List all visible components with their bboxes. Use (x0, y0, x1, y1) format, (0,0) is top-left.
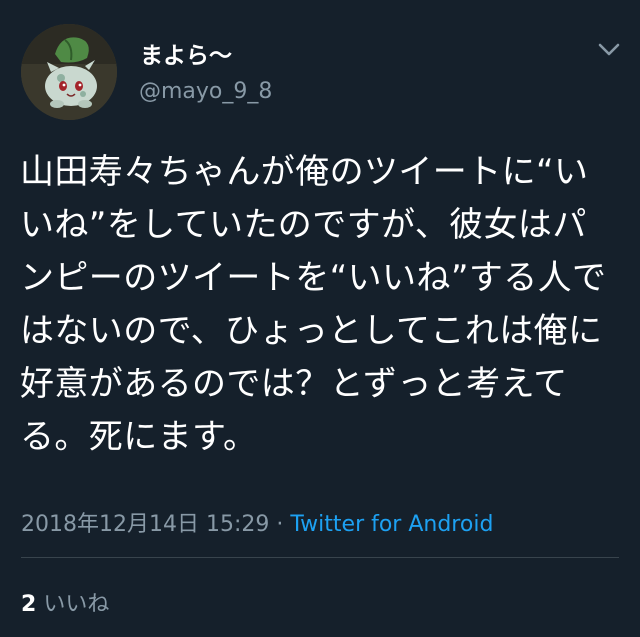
divider (21, 557, 619, 558)
tweet-timestamp[interactable]: 2018年12月14日 15:29 (21, 512, 269, 537)
tweet-text: 山田寿々ちゃんが俺のツイートに“いいね”をしていたのですが、彼女はパンピーのツイ… (20, 152, 607, 457)
likes-label: いいね (43, 592, 110, 617)
likes-stat[interactable]: 2 いいね (21, 586, 109, 618)
bulbasaur-plush-icon (21, 24, 117, 120)
tweet-meta: 2018年12月14日 15:29 · Twitter for Android (21, 506, 493, 538)
user-handle[interactable]: @mayo_9_8 (139, 79, 272, 104)
likes-count: 2 (21, 592, 37, 617)
tweet-source-link[interactable]: Twitter for Android (290, 512, 493, 537)
display-name[interactable]: まよら〜 (140, 36, 232, 70)
tweet-detail: まよら〜 @mayo_9_8 山田寿々ちゃんが俺のツイートに“いいね”をしていた… (0, 0, 640, 637)
chevron-down-icon[interactable] (596, 40, 622, 60)
meta-separator: · (276, 512, 284, 537)
avatar[interactable] (21, 24, 117, 120)
